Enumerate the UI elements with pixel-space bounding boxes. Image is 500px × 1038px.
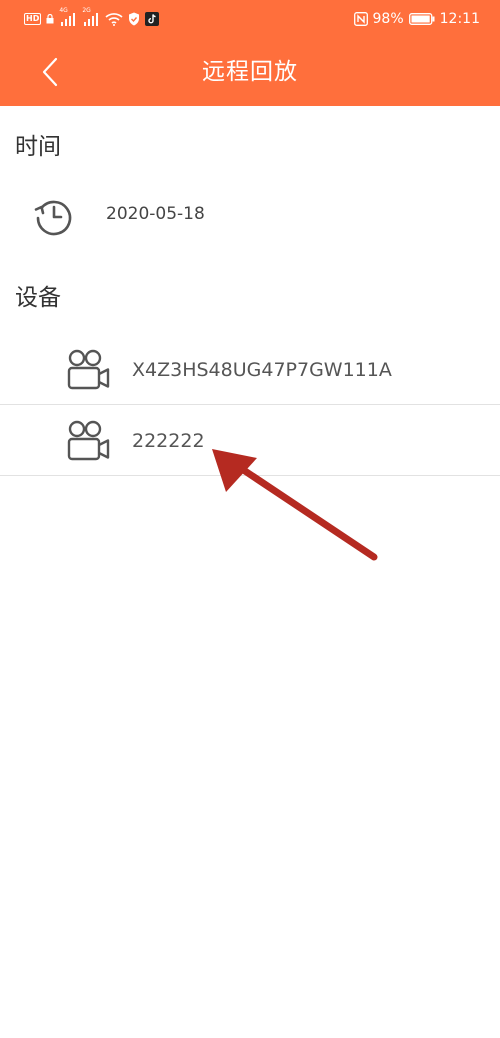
date-value: 2020-05-18 (106, 204, 205, 224)
device-item[interactable]: X4Z3HS48UG47P7GW111A (0, 335, 500, 405)
app-header: 远程回放 (0, 38, 500, 106)
history-clock-icon (34, 200, 72, 236)
battery-icon (408, 12, 435, 26)
status-left: HD 4G 2G (24, 8, 160, 26)
signal-label: 4G (59, 7, 68, 14)
hd-icon: HD (24, 13, 42, 25)
screen: HD 4G 2G 98% 12:11 远程回放 时间 2020-05-18 设备… (0, 0, 500, 1038)
video-camera-icon (67, 420, 110, 461)
signal-icon: 4G (59, 8, 77, 26)
shield-icon (128, 12, 140, 26)
status-right: 98% 12:11 (353, 11, 480, 27)
time-section-heading: 时间 (15, 134, 61, 160)
date-selector[interactable]: 2020-05-18 (0, 188, 500, 244)
status-time: 12:11 (439, 11, 480, 27)
battery-percent: 98% (372, 11, 404, 27)
device-item[interactable]: 222222 (0, 406, 500, 476)
status-bar: HD 4G 2G 98% 12:11 (0, 0, 500, 38)
nfc-icon (353, 12, 368, 26)
device-section-heading: 设备 (15, 285, 61, 311)
page-title: 远程回放 (202, 59, 298, 85)
tiktok-icon (145, 12, 160, 26)
wifi-icon (105, 12, 123, 26)
device-label: 222222 (132, 430, 205, 452)
signal-icon: 2G (82, 8, 100, 26)
device-label: X4Z3HS48UG47P7GW111A (132, 359, 392, 381)
annotation-arrow (212, 449, 378, 561)
video-camera-icon (67, 349, 110, 390)
lock-icon (46, 14, 54, 24)
signal-label: 2G (82, 7, 91, 14)
